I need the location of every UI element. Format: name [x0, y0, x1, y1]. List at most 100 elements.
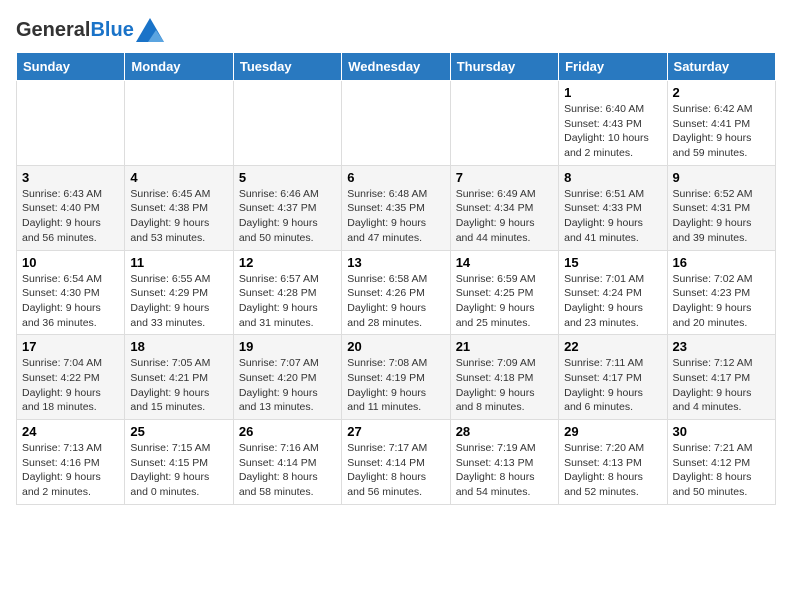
day-number: 8	[564, 170, 661, 185]
calendar-day-header: Thursday	[450, 53, 558, 81]
calendar-cell: 13 Sunrise: 6:58 AM Sunset: 4:26 PM Dayli…	[342, 250, 450, 335]
day-info: Sunrise: 7:20 AM Sunset: 4:13 PM Dayligh…	[564, 441, 661, 500]
day-number: 28	[456, 424, 553, 439]
day-number: 25	[130, 424, 227, 439]
day-info: Sunrise: 7:01 AM Sunset: 4:24 PM Dayligh…	[564, 272, 661, 331]
day-info: Sunrise: 7:11 AM Sunset: 4:17 PM Dayligh…	[564, 356, 661, 415]
calendar-cell: 20 Sunrise: 7:08 AM Sunset: 4:19 PM Dayli…	[342, 335, 450, 420]
calendar-cell: 23 Sunrise: 7:12 AM Sunset: 4:17 PM Dayli…	[667, 335, 775, 420]
day-number: 12	[239, 255, 336, 270]
day-info: Sunrise: 6:54 AM Sunset: 4:30 PM Dayligh…	[22, 272, 119, 331]
day-info: Sunrise: 7:04 AM Sunset: 4:22 PM Dayligh…	[22, 356, 119, 415]
day-info: Sunrise: 6:52 AM Sunset: 4:31 PM Dayligh…	[673, 187, 770, 246]
calendar-day-header: Monday	[125, 53, 233, 81]
calendar-header-row: SundayMondayTuesdayWednesdayThursdayFrid…	[17, 53, 776, 81]
day-info: Sunrise: 6:48 AM Sunset: 4:35 PM Dayligh…	[347, 187, 444, 246]
calendar-cell: 21 Sunrise: 7:09 AM Sunset: 4:18 PM Dayli…	[450, 335, 558, 420]
calendar-cell: 9 Sunrise: 6:52 AM Sunset: 4:31 PM Daylig…	[667, 165, 775, 250]
day-number: 27	[347, 424, 444, 439]
logo-text: GeneralBlue	[16, 20, 134, 40]
calendar-day-header: Sunday	[17, 53, 125, 81]
day-number: 2	[673, 85, 770, 100]
calendar-cell: 15 Sunrise: 7:01 AM Sunset: 4:24 PM Dayli…	[559, 250, 667, 335]
calendar-cell: 29 Sunrise: 7:20 AM Sunset: 4:13 PM Dayli…	[559, 420, 667, 505]
calendar-day-header: Wednesday	[342, 53, 450, 81]
calendar-cell: 28 Sunrise: 7:19 AM Sunset: 4:13 PM Dayli…	[450, 420, 558, 505]
calendar-day-header: Tuesday	[233, 53, 341, 81]
calendar-cell: 6 Sunrise: 6:48 AM Sunset: 4:35 PM Daylig…	[342, 165, 450, 250]
day-info: Sunrise: 7:09 AM Sunset: 4:18 PM Dayligh…	[456, 356, 553, 415]
calendar-cell: 19Sunrise: 7:07 AM Sunset: 4:20 PM Dayli…	[233, 335, 341, 420]
day-number: 10	[22, 255, 119, 270]
day-number: 1	[564, 85, 661, 100]
calendar-day-header: Friday	[559, 53, 667, 81]
day-info: Sunrise: 6:58 AM Sunset: 4:26 PM Dayligh…	[347, 272, 444, 331]
logo-icon	[134, 16, 166, 44]
day-info: Sunrise: 6:51 AM Sunset: 4:33 PM Dayligh…	[564, 187, 661, 246]
calendar-cell: 25 Sunrise: 7:15 AM Sunset: 4:15 PM Dayli…	[125, 420, 233, 505]
day-info: Sunrise: 7:05 AM Sunset: 4:21 PM Dayligh…	[130, 356, 227, 415]
calendar-week-row: 24 Sunrise: 7:13 AM Sunset: 4:16 PM Dayli…	[17, 420, 776, 505]
calendar-cell: 14 Sunrise: 6:59 AM Sunset: 4:25 PM Dayli…	[450, 250, 558, 335]
day-number: 11	[130, 255, 227, 270]
day-info: Sunrise: 6:45 AM Sunset: 4:38 PM Dayligh…	[130, 187, 227, 246]
calendar-cell: 12Sunrise: 6:57 AM Sunset: 4:28 PM Dayli…	[233, 250, 341, 335]
calendar-cell: 16Sunrise: 7:02 AM Sunset: 4:23 PM Dayli…	[667, 250, 775, 335]
day-info: Sunrise: 7:13 AM Sunset: 4:16 PM Dayligh…	[22, 441, 119, 500]
calendar-cell	[17, 81, 125, 166]
day-info: Sunrise: 7:12 AM Sunset: 4:17 PM Dayligh…	[673, 356, 770, 415]
day-number: 21	[456, 339, 553, 354]
day-number: 9	[673, 170, 770, 185]
calendar-cell	[342, 81, 450, 166]
calendar: SundayMondayTuesdayWednesdayThursdayFrid…	[16, 52, 776, 505]
day-number: 13	[347, 255, 444, 270]
calendar-week-row: 1Sunrise: 6:40 AM Sunset: 4:43 PM Daylig…	[17, 81, 776, 166]
calendar-cell: 22Sunrise: 7:11 AM Sunset: 4:17 PM Dayli…	[559, 335, 667, 420]
day-number: 5	[239, 170, 336, 185]
day-info: Sunrise: 6:42 AM Sunset: 4:41 PM Dayligh…	[673, 102, 770, 161]
day-number: 20	[347, 339, 444, 354]
calendar-cell: 7Sunrise: 6:49 AM Sunset: 4:34 PM Daylig…	[450, 165, 558, 250]
calendar-cell	[125, 81, 233, 166]
day-info: Sunrise: 6:59 AM Sunset: 4:25 PM Dayligh…	[456, 272, 553, 331]
day-info: Sunrise: 7:17 AM Sunset: 4:14 PM Dayligh…	[347, 441, 444, 500]
day-number: 19	[239, 339, 336, 354]
calendar-cell: 11 Sunrise: 6:55 AM Sunset: 4:29 PM Dayli…	[125, 250, 233, 335]
day-number: 3	[22, 170, 119, 185]
calendar-cell: 10 Sunrise: 6:54 AM Sunset: 4:30 PM Dayli…	[17, 250, 125, 335]
calendar-cell: 27 Sunrise: 7:17 AM Sunset: 4:14 PM Dayli…	[342, 420, 450, 505]
day-info: Sunrise: 7:08 AM Sunset: 4:19 PM Dayligh…	[347, 356, 444, 415]
day-info: Sunrise: 6:55 AM Sunset: 4:29 PM Dayligh…	[130, 272, 227, 331]
calendar-cell: 18 Sunrise: 7:05 AM Sunset: 4:21 PM Dayli…	[125, 335, 233, 420]
day-info: Sunrise: 7:21 AM Sunset: 4:12 PM Dayligh…	[673, 441, 770, 500]
day-info: Sunrise: 7:15 AM Sunset: 4:15 PM Dayligh…	[130, 441, 227, 500]
day-number: 6	[347, 170, 444, 185]
day-number: 29	[564, 424, 661, 439]
day-info: Sunrise: 7:16 AM Sunset: 4:14 PM Dayligh…	[239, 441, 336, 500]
day-info: Sunrise: 7:19 AM Sunset: 4:13 PM Dayligh…	[456, 441, 553, 500]
day-number: 14	[456, 255, 553, 270]
calendar-week-row: 17 Sunrise: 7:04 AM Sunset: 4:22 PM Dayli…	[17, 335, 776, 420]
day-number: 24	[22, 424, 119, 439]
calendar-cell	[450, 81, 558, 166]
calendar-cell: 24 Sunrise: 7:13 AM Sunset: 4:16 PM Dayli…	[17, 420, 125, 505]
day-info: Sunrise: 6:43 AM Sunset: 4:40 PM Dayligh…	[22, 187, 119, 246]
calendar-cell: 3 Sunrise: 6:43 AM Sunset: 4:40 PM Daylig…	[17, 165, 125, 250]
day-number: 30	[673, 424, 770, 439]
header: GeneralBlue	[16, 16, 776, 44]
day-number: 23	[673, 339, 770, 354]
calendar-cell: 5 Sunrise: 6:46 AM Sunset: 4:37 PM Daylig…	[233, 165, 341, 250]
logo: GeneralBlue	[16, 16, 166, 44]
calendar-week-row: 3 Sunrise: 6:43 AM Sunset: 4:40 PM Daylig…	[17, 165, 776, 250]
day-info: Sunrise: 6:49 AM Sunset: 4:34 PM Dayligh…	[456, 187, 553, 246]
day-number: 18	[130, 339, 227, 354]
calendar-cell: 8 Sunrise: 6:51 AM Sunset: 4:33 PM Daylig…	[559, 165, 667, 250]
day-info: Sunrise: 6:46 AM Sunset: 4:37 PM Dayligh…	[239, 187, 336, 246]
calendar-day-header: Saturday	[667, 53, 775, 81]
calendar-week-row: 10 Sunrise: 6:54 AM Sunset: 4:30 PM Dayli…	[17, 250, 776, 335]
day-number: 26	[239, 424, 336, 439]
calendar-cell: 4Sunrise: 6:45 AM Sunset: 4:38 PM Daylig…	[125, 165, 233, 250]
day-number: 17	[22, 339, 119, 354]
day-number: 15	[564, 255, 661, 270]
calendar-cell: 30 Sunrise: 7:21 AM Sunset: 4:12 PM Dayli…	[667, 420, 775, 505]
